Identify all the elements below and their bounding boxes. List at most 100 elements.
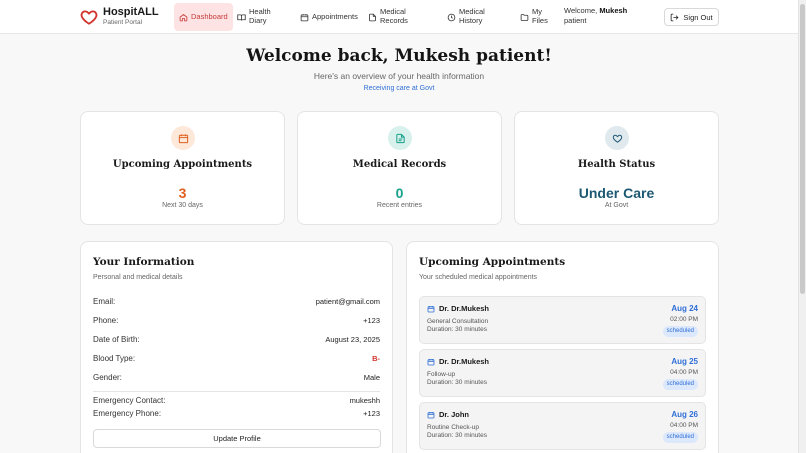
stat-label: Medical Records bbox=[352, 159, 447, 170]
divider bbox=[93, 391, 380, 392]
appointment-time: 04:00 PM bbox=[670, 369, 698, 376]
your-information-panel: Your Information Personal and medical de… bbox=[80, 241, 393, 453]
status-badge: scheduled bbox=[662, 326, 698, 337]
info-label: Email: bbox=[93, 297, 116, 306]
nav-appointments-label: Appointments bbox=[312, 11, 358, 21]
welcome-prefix: Welcome, bbox=[564, 6, 598, 15]
folder-icon bbox=[520, 13, 529, 21]
info-label: Blood Type: bbox=[93, 354, 136, 363]
stat-medical-records: Medical Records 0 Recent entries bbox=[297, 111, 502, 225]
stat-value: Under Care bbox=[578, 185, 655, 201]
file-icon bbox=[369, 13, 376, 21]
appointment-duration: Duration: 30 minutes bbox=[427, 326, 487, 333]
info-label: Date of Birth: bbox=[93, 335, 140, 344]
appointment-duration: Duration: 30 minutes bbox=[427, 432, 487, 439]
page-subtitle: Here's an overview of your health inform… bbox=[313, 71, 485, 81]
home-icon bbox=[179, 13, 188, 21]
nav-my-files[interactable]: My Files bbox=[520, 3, 554, 31]
info-label: Emergency Phone: bbox=[93, 409, 162, 418]
appointment-date: Aug 25 bbox=[671, 357, 698, 366]
info-row-blood-type: Blood Type: B- bbox=[93, 354, 380, 366]
appointment-doctor: Dr. Dr.Mukesh bbox=[439, 357, 490, 366]
nav-medical-records-label: Medical Records bbox=[380, 7, 408, 25]
calendar-icon bbox=[171, 126, 195, 150]
panel-subtitle: Your scheduled medical appointments bbox=[419, 274, 538, 281]
blood-type-value: B- bbox=[372, 354, 380, 363]
info-row-gender: Gender: Male bbox=[93, 373, 380, 385]
scrollbar-thumb[interactable] bbox=[800, 4, 805, 294]
file-icon bbox=[388, 126, 412, 150]
info-value: +123 bbox=[363, 316, 380, 325]
panel-title: Your Information bbox=[93, 256, 195, 268]
info-value: patient@gmail.com bbox=[315, 297, 380, 306]
appointment-doctor: Dr. Dr.Mukesh bbox=[439, 304, 490, 313]
info-value: Male bbox=[363, 373, 380, 382]
info-value: +123 bbox=[363, 409, 380, 418]
welcome-user: Welcome, Mukesh patient bbox=[564, 6, 627, 26]
nav-medical-history-label: Medical History bbox=[459, 7, 485, 25]
upcoming-appointments-panel: Upcoming Appointments Your scheduled med… bbox=[406, 241, 719, 453]
brand-logo[interactable]: HospitALL Patient Portal bbox=[80, 7, 159, 27]
status-badge: scheduled bbox=[662, 432, 698, 443]
info-value: August 23, 2025 bbox=[325, 335, 380, 344]
nav-health-diary-label: Health Diary bbox=[249, 7, 271, 25]
info-row-emergency-phone: Emergency Phone: +123 bbox=[93, 409, 380, 421]
panel-title: Upcoming Appointments bbox=[419, 256, 566, 268]
stat-value: 3 bbox=[178, 185, 187, 201]
nav-dashboard-label: Dashboard bbox=[191, 11, 228, 21]
info-row-dob: Date of Birth: August 23, 2025 bbox=[93, 335, 380, 347]
nav-medical-history[interactable]: Medical History bbox=[447, 3, 491, 31]
appointment-time: 04:00 PM bbox=[670, 422, 698, 429]
page-scrollbar[interactable] bbox=[798, 0, 806, 453]
info-row-phone: Phone: +123 bbox=[93, 316, 380, 328]
stat-note: Recent entries bbox=[376, 202, 423, 209]
info-label: Phone: bbox=[93, 316, 119, 325]
appointment-time: 02:00 PM bbox=[670, 316, 698, 323]
update-profile-button[interactable]: Update Profile bbox=[93, 429, 381, 448]
sign-out-button[interactable]: Sign Out bbox=[664, 8, 719, 26]
stat-upcoming-appointments: Upcoming Appointments 3 Next 30 days bbox=[80, 111, 285, 225]
heart-icon bbox=[605, 126, 629, 150]
appointment-card[interactable]: Dr. Dr.Mukesh Follow-up Duration: 30 min… bbox=[419, 349, 706, 397]
logout-icon bbox=[671, 13, 679, 21]
info-label: Emergency Contact: bbox=[93, 396, 166, 405]
welcome-suffix: patient bbox=[564, 16, 587, 26]
info-row-emergency-contact: Emergency Contact: mukeshh bbox=[93, 396, 380, 408]
stat-note: At Govt bbox=[604, 202, 629, 209]
calendar-icon bbox=[300, 13, 309, 21]
nav-health-diary[interactable]: Health Diary bbox=[237, 3, 279, 31]
calendar-icon bbox=[427, 306, 435, 313]
appointment-date: Aug 24 bbox=[671, 304, 698, 313]
stat-health-status: Health Status Under Care At Govt bbox=[514, 111, 719, 225]
appointment-card[interactable]: Dr. Dr.Mukesh General Consultation Durat… bbox=[419, 296, 706, 344]
stat-label: Health Status bbox=[577, 159, 656, 170]
welcome-name: Mukesh bbox=[599, 6, 628, 15]
nav-dashboard[interactable]: Dashboard bbox=[174, 3, 233, 31]
appointment-date: Aug 26 bbox=[671, 410, 698, 419]
appointment-doctor: Dr. John bbox=[439, 410, 470, 419]
calendar-icon bbox=[427, 359, 435, 366]
brand-subtitle: Patient Portal bbox=[103, 19, 143, 26]
status-badge: scheduled bbox=[662, 379, 698, 390]
appointment-card[interactable]: Dr. John Routine Check-up Duration: 30 m… bbox=[419, 402, 706, 450]
care-location: Receiving care at Govt bbox=[363, 85, 435, 92]
clock-icon bbox=[447, 13, 456, 21]
appointment-type: Routine Check-up bbox=[427, 424, 480, 431]
appointment-duration: Duration: 30 minutes bbox=[427, 379, 487, 386]
nav-appointments[interactable]: Appointments bbox=[300, 3, 358, 31]
calendar-icon bbox=[427, 412, 435, 419]
stat-label: Upcoming Appointments bbox=[112, 159, 253, 170]
stat-value: 0 bbox=[395, 185, 404, 201]
nav-medical-records[interactable]: Medical Records bbox=[368, 3, 414, 31]
info-value: mukeshh bbox=[349, 396, 380, 405]
book-icon bbox=[237, 13, 246, 21]
info-row-email: Email: patient@gmail.com bbox=[93, 297, 380, 309]
appointment-type: General Consultation bbox=[427, 318, 489, 325]
info-label: Gender: bbox=[93, 373, 122, 382]
appointment-type: Follow-up bbox=[427, 371, 456, 378]
nav-my-files-label: My Files bbox=[532, 7, 548, 25]
sign-out-label: Sign Out bbox=[683, 12, 713, 22]
top-nav: HospitALL Patient Portal Dashboard Healt… bbox=[0, 0, 798, 34]
page-title: Welcome back, Mukesh patient! bbox=[246, 46, 552, 66]
brand-name: HospitALL bbox=[103, 6, 159, 18]
